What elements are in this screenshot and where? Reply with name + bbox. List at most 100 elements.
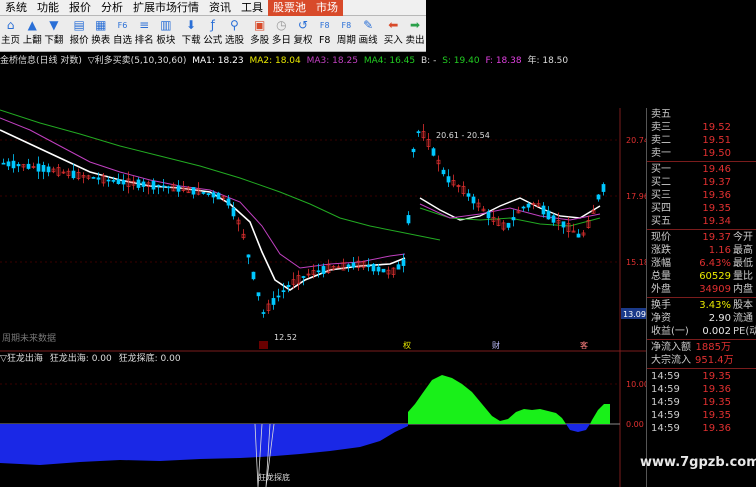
draw-line-icon: ✎ <box>363 18 374 32</box>
toolbar-button[interactable]: ≡ 排名 <box>134 17 155 47</box>
quote-row: 14:59 19.35 <box>647 370 756 383</box>
toolbar-button[interactable]: ➡ 卖出 <box>404 17 425 47</box>
quote-label: 净资 <box>651 313 671 324</box>
candle-body <box>106 179 111 182</box>
candle-body <box>281 290 286 293</box>
blue-area <box>0 424 408 465</box>
stock-picker-icon: ⚲ <box>230 18 239 32</box>
menu-item[interactable]: 资讯 <box>204 0 236 16</box>
formula-icon: ƒ <box>210 18 215 32</box>
menu-item[interactable]: 股票池 <box>268 0 311 16</box>
candle-body <box>141 181 146 187</box>
indicator-name[interactable]: ▽利多买卖(5,10,30,60) <box>88 56 187 66</box>
toolbar-button[interactable]: ▼ 下翻 <box>43 17 64 47</box>
low-annotation: 12.52 <box>274 333 297 342</box>
candle-body <box>471 196 476 204</box>
toolbar-button[interactable]: ⬅ 买入 <box>383 17 404 47</box>
toolbar-button[interactable]: ⚲ 选股 <box>224 17 245 47</box>
quote-value: 19.36 <box>702 384 731 395</box>
quote-row: 14:59 19.36 <box>647 383 756 396</box>
event-marker-label[interactable]: 客 <box>580 340 588 350</box>
candle-body <box>151 180 156 190</box>
candle-body <box>521 206 526 209</box>
ma-white-line <box>0 129 406 291</box>
toolbar-button[interactable]: ▲ 上翻 <box>22 17 43 47</box>
quote-label: 涨幅 <box>651 258 671 269</box>
period-icon: F8 <box>341 21 352 30</box>
quote-label: 净流入额 <box>651 342 691 353</box>
candle-body <box>446 176 451 183</box>
toolbar-button-label: 卖出 <box>405 35 425 46</box>
candle-body <box>71 170 76 179</box>
toolbar-button-label: 画线 <box>358 35 378 46</box>
candle-body <box>1 162 6 165</box>
candle-body <box>276 295 281 298</box>
candle-body <box>6 161 11 167</box>
quote-row: 买三 19.36 <box>647 189 756 202</box>
quote-row: 涨幅 6.43% 最低 <box>647 257 756 270</box>
candle-body <box>381 268 386 273</box>
download-icon: ⬇ <box>186 18 197 32</box>
toolbar-button[interactable]: ▥ 板块 <box>155 17 176 47</box>
ranking-icon: ≡ <box>139 18 150 32</box>
toolbar-button[interactable]: ƒ 公式 <box>202 17 223 47</box>
green-area <box>408 375 566 424</box>
candle-body <box>166 186 171 189</box>
sub-value-2: 狂龙探底: 0.00 <box>118 354 181 364</box>
toolbar-button[interactable]: F8 周期 <box>336 17 357 47</box>
toolbar-button[interactable]: ✎ 画线 <box>358 17 379 47</box>
ma3-value: MA3: 18.25 <box>306 56 358 66</box>
quote-label: 大宗流入 <box>651 355 691 366</box>
toolbar-button[interactable]: ⌂ 主页 <box>0 17 21 47</box>
price-axis-label: 13.09 <box>623 310 646 319</box>
toolbar-button-label: 公式 <box>203 35 223 46</box>
menu-bar: 系统 功能 报价 分析 扩展市场行情 资讯 工具 股票池 市场 <box>0 0 426 16</box>
toolbar-button-label: 上翻 <box>22 35 42 46</box>
toolbar-button[interactable]: ▣ 多股 <box>249 17 270 47</box>
quote-value: 60529 <box>699 271 731 282</box>
candle-body <box>91 177 96 179</box>
event-marker-label[interactable]: 财 <box>492 340 500 350</box>
candle-body <box>366 265 371 268</box>
toolbar-button-label: 板块 <box>156 35 176 46</box>
toolbar-button-label: 多日 <box>271 35 291 46</box>
green-area-right <box>590 404 610 424</box>
quote-value: 951.4万 <box>695 355 734 366</box>
toolbar-button[interactable]: F6 自选 <box>112 17 133 47</box>
menu-item[interactable]: 工具 <box>236 0 268 16</box>
menu-item[interactable]: 扩展市场行情 <box>128 0 204 16</box>
toolbar: ⌂ 主页 ▲ 上翻 ▼ 下翻 ▤ 报价 ▦ 换表 F6 自选 ≡ 排名 ▥ 板块 ⬇ 下载 ƒ 公式 ⚲ 选股 ▣ 多股 ◷ 多日… <box>0 16 426 52</box>
toolbar-button[interactable]: ⬇ 下载 <box>181 17 202 47</box>
candle-body <box>541 205 546 215</box>
candle-body <box>251 271 256 280</box>
toolbar-button[interactable]: ↺ 复权 <box>292 17 313 47</box>
menu-item[interactable]: 报价 <box>64 0 96 16</box>
toolbar-button[interactable]: F8 F8 <box>314 17 335 47</box>
menu-item[interactable]: 分析 <box>96 0 128 16</box>
quote-label: 14:59 <box>651 423 680 434</box>
candle-body <box>346 264 351 267</box>
menu-item[interactable]: 系统 <box>0 0 32 16</box>
candle-body <box>601 184 606 192</box>
price-chart[interactable]: 20.61 - 20.54 12.52 狂龙探底 权 财 客 20.74 17.… <box>0 68 646 487</box>
candle-body <box>46 166 51 173</box>
quote-label-2: PE(动) <box>733 326 756 337</box>
candle-body <box>486 211 491 219</box>
toolbar-button[interactable]: ◷ 多日 <box>271 17 292 47</box>
quote-row: 大宗流入 951.4万 <box>647 354 756 367</box>
event-marker-label[interactable]: 权 <box>403 340 411 350</box>
price-axis-label: 15.18 <box>626 258 646 267</box>
quote-label: 现价 <box>651 232 671 243</box>
menu-item[interactable]: 功能 <box>32 0 64 16</box>
ma-green-line <box>0 109 441 241</box>
toolbar-button[interactable]: ▤ 报价 <box>69 17 90 47</box>
f-value: F: 18.38 <box>485 56 522 66</box>
toolbar-button[interactable]: ▦ 换表 <box>90 17 111 47</box>
candle-body <box>411 148 416 153</box>
quote-value: 34909 <box>699 284 731 295</box>
sub-indicator-title[interactable]: ▽狂龙出海 <box>0 354 43 364</box>
quote-row: 买一 19.46 <box>647 163 756 176</box>
menu-item[interactable]: 市场 <box>311 0 343 16</box>
price-axis-label: 20.74 <box>626 136 646 145</box>
candle-body <box>116 179 121 185</box>
